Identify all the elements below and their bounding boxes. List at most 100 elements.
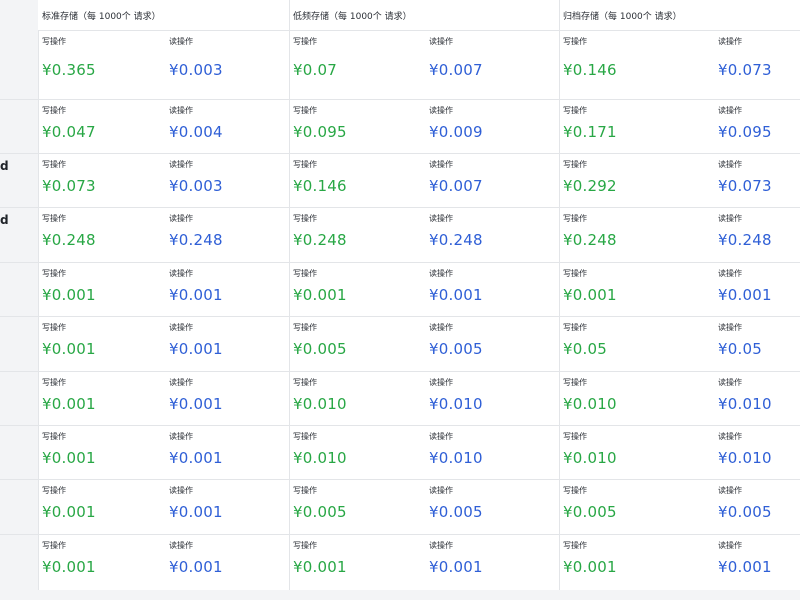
- read-operation-label: 读操作: [429, 160, 453, 169]
- write-operation-label: 写操作: [42, 269, 66, 278]
- header-archive-storage: 归档存储（每 1000个 请求）: [563, 12, 682, 22]
- write-price: ¥0.292: [563, 177, 617, 195]
- read-operation-label: 读操作: [429, 378, 453, 387]
- table-row: 写操作 ¥0.001 读操作 ¥0.001 写操作 ¥0.001 读操作 ¥0.001 写操作 ¥…: [0, 262, 800, 316]
- read-price: ¥0.05: [718, 340, 762, 358]
- write-operation-label: 写操作: [293, 432, 317, 441]
- read-operation-label: 读操作: [429, 269, 453, 278]
- write-price: ¥0.095: [293, 123, 347, 141]
- read-price: ¥0.001: [718, 558, 772, 576]
- write-operation-label: 写操作: [42, 106, 66, 115]
- read-operation-label: 读操作: [169, 214, 193, 223]
- read-operation-label: 读操作: [169, 323, 193, 332]
- header-standard-storage: 标准存储（每 1000个 请求）: [42, 12, 161, 22]
- table-row: 写操作 ¥0.001 读操作 ¥0.001 写操作 ¥0.010 读操作 ¥0.010 写操作 ¥…: [0, 425, 800, 479]
- read-price: ¥0.095: [718, 123, 772, 141]
- write-price: ¥0.001: [293, 558, 347, 576]
- write-price: ¥0.001: [42, 503, 96, 521]
- read-operation-label: 读操作: [169, 160, 193, 169]
- write-operation-label: 写操作: [42, 378, 66, 387]
- read-price: ¥0.001: [169, 558, 223, 576]
- read-operation-label: 读操作: [718, 106, 742, 115]
- read-operation-label: 读操作: [429, 37, 453, 46]
- write-operation-label: 写操作: [563, 541, 587, 550]
- write-price: ¥0.365: [42, 61, 96, 79]
- write-price: ¥0.001: [42, 340, 96, 358]
- write-operation-label: 写操作: [293, 106, 317, 115]
- table-row: 写操作 ¥0.001 读操作 ¥0.001 写操作 ¥0.001 读操作 ¥0.001 写操作 ¥…: [0, 534, 800, 590]
- write-price: ¥0.248: [42, 231, 96, 249]
- write-price: ¥0.248: [293, 231, 347, 249]
- write-operation-label: 写操作: [293, 486, 317, 495]
- read-price: ¥0.001: [169, 340, 223, 358]
- read-operation-label: 读操作: [718, 486, 742, 495]
- write-operation-label: 写操作: [293, 323, 317, 332]
- read-price: ¥0.010: [718, 449, 772, 467]
- read-operation-label: 读操作: [169, 378, 193, 387]
- write-operation-label: 写操作: [42, 37, 66, 46]
- table-row: 写操作 ¥0.365 读操作 ¥0.003 写操作 ¥0.07 读操作 ¥0.007 写操作 ¥0…: [0, 30, 800, 99]
- write-operation-label: 写操作: [563, 486, 587, 495]
- write-operation-label: 写操作: [293, 160, 317, 169]
- write-operation-label: 写操作: [42, 214, 66, 223]
- read-operation-label: 读操作: [718, 269, 742, 278]
- write-price: ¥0.005: [293, 340, 347, 358]
- write-operation-label: 写操作: [293, 214, 317, 223]
- write-price: ¥0.010: [563, 395, 617, 413]
- write-price: ¥0.146: [293, 177, 347, 195]
- read-price: ¥0.001: [169, 449, 223, 467]
- read-operation-label: 读操作: [718, 432, 742, 441]
- read-price: ¥0.004: [169, 123, 223, 141]
- write-price: ¥0.010: [293, 395, 347, 413]
- write-operation-label: 写操作: [42, 323, 66, 332]
- read-price: ¥0.005: [429, 340, 483, 358]
- read-price: ¥0.007: [429, 177, 483, 195]
- write-operation-label: 写操作: [293, 37, 317, 46]
- scrollbar-track[interactable]: [0, 590, 800, 600]
- read-operation-label: 读操作: [718, 160, 742, 169]
- read-price: ¥0.010: [429, 449, 483, 467]
- write-price: ¥0.073: [42, 177, 96, 195]
- read-operation-label: 读操作: [169, 432, 193, 441]
- read-operation-label: 读操作: [718, 541, 742, 550]
- header-infrequent-storage: 低频存储（每 1000个 请求）: [293, 12, 412, 22]
- write-price: ¥0.07: [293, 61, 337, 79]
- write-price: ¥0.248: [563, 231, 617, 249]
- read-price: ¥0.007: [429, 61, 483, 79]
- write-price: ¥0.001: [42, 395, 96, 413]
- write-price: ¥0.005: [293, 503, 347, 521]
- read-operation-label: 读操作: [429, 323, 453, 332]
- read-operation-label: 读操作: [169, 269, 193, 278]
- write-operation-label: 写操作: [563, 378, 587, 387]
- read-operation-label: 读操作: [169, 486, 193, 495]
- write-price: ¥0.05: [563, 340, 607, 358]
- read-price: ¥0.009: [429, 123, 483, 141]
- read-operation-label: 读操作: [169, 106, 193, 115]
- read-price: ¥0.003: [169, 177, 223, 195]
- read-price: ¥0.001: [169, 395, 223, 413]
- read-operation-label: 读操作: [429, 432, 453, 441]
- read-operation-label: 读操作: [169, 37, 193, 46]
- write-price: ¥0.001: [563, 558, 617, 576]
- read-price: ¥0.073: [718, 177, 772, 195]
- write-price: ¥0.001: [42, 286, 96, 304]
- write-price: ¥0.001: [293, 286, 347, 304]
- read-price: ¥0.001: [429, 286, 483, 304]
- read-operation-label: 读操作: [429, 486, 453, 495]
- read-price: ¥0.248: [429, 231, 483, 249]
- write-operation-label: 写操作: [563, 160, 587, 169]
- read-price: ¥0.248: [718, 231, 772, 249]
- write-operation-label: 写操作: [293, 541, 317, 550]
- table-row: 写操作 ¥0.248 读操作 ¥0.248 写操作 ¥0.248 读操作 ¥0.248 写操作 ¥…: [0, 207, 800, 262]
- read-price: ¥0.248: [169, 231, 223, 249]
- read-operation-label: 读操作: [718, 37, 742, 46]
- read-operation-label: 读操作: [718, 323, 742, 332]
- read-operation-label: 读操作: [429, 541, 453, 550]
- read-operation-label: 读操作: [429, 214, 453, 223]
- write-operation-label: 写操作: [563, 432, 587, 441]
- table-header: 标准存储（每 1000个 请求） 低频存储（每 1000个 请求） 归档存储（每…: [38, 0, 800, 31]
- table-row: 写操作 ¥0.073 读操作 ¥0.003 写操作 ¥0.146 读操作 ¥0.007 写操作 ¥…: [0, 153, 800, 207]
- read-price: ¥0.073: [718, 61, 772, 79]
- write-price: ¥0.001: [563, 286, 617, 304]
- read-price: ¥0.001: [429, 558, 483, 576]
